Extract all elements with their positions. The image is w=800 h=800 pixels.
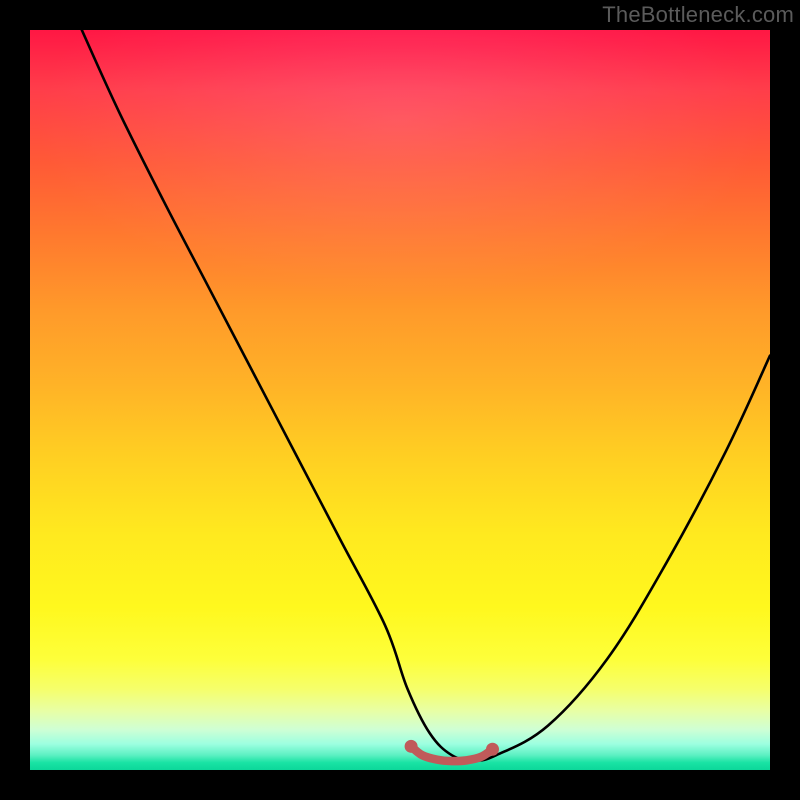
valley-right-dot (486, 743, 499, 756)
curve-svg (30, 30, 770, 770)
valley-left-dot (405, 740, 418, 753)
watermark-label: TheBottleneck.com (602, 2, 794, 28)
plot-area (30, 30, 770, 770)
bottleneck-curve (82, 30, 770, 760)
chart-frame: TheBottleneck.com (0, 0, 800, 800)
